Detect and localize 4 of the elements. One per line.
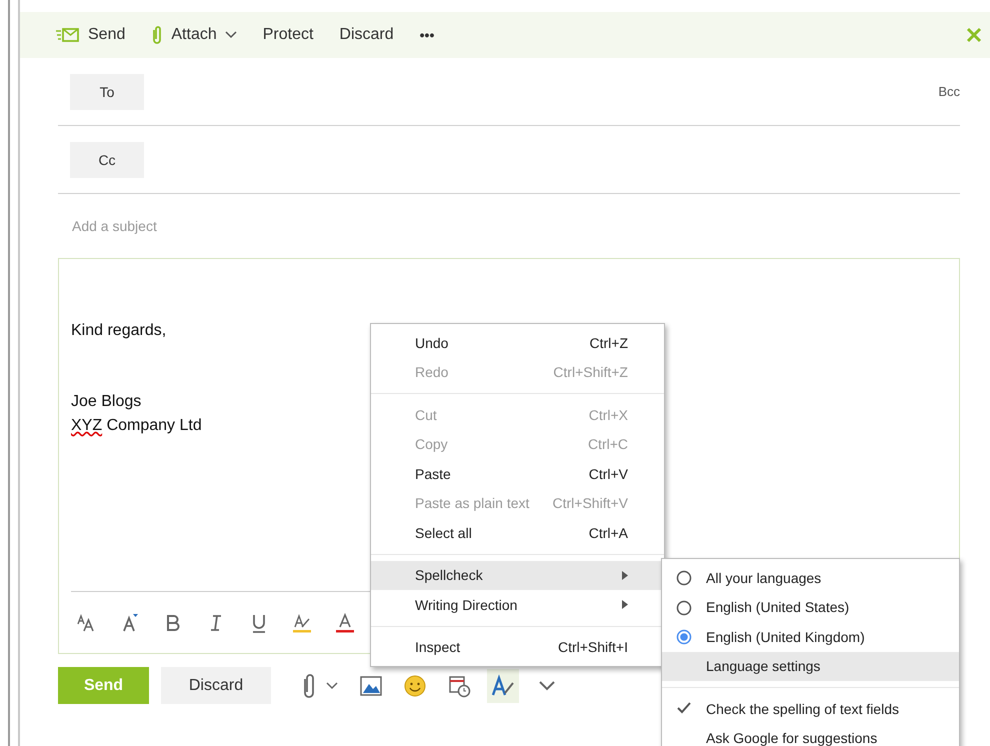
body-text: Company Ltd [106, 417, 202, 434]
body-text: Joe Blogs [71, 393, 142, 410]
body-text: Kind regards, [71, 322, 166, 339]
misspelled-word: XYZ [71, 417, 102, 434]
